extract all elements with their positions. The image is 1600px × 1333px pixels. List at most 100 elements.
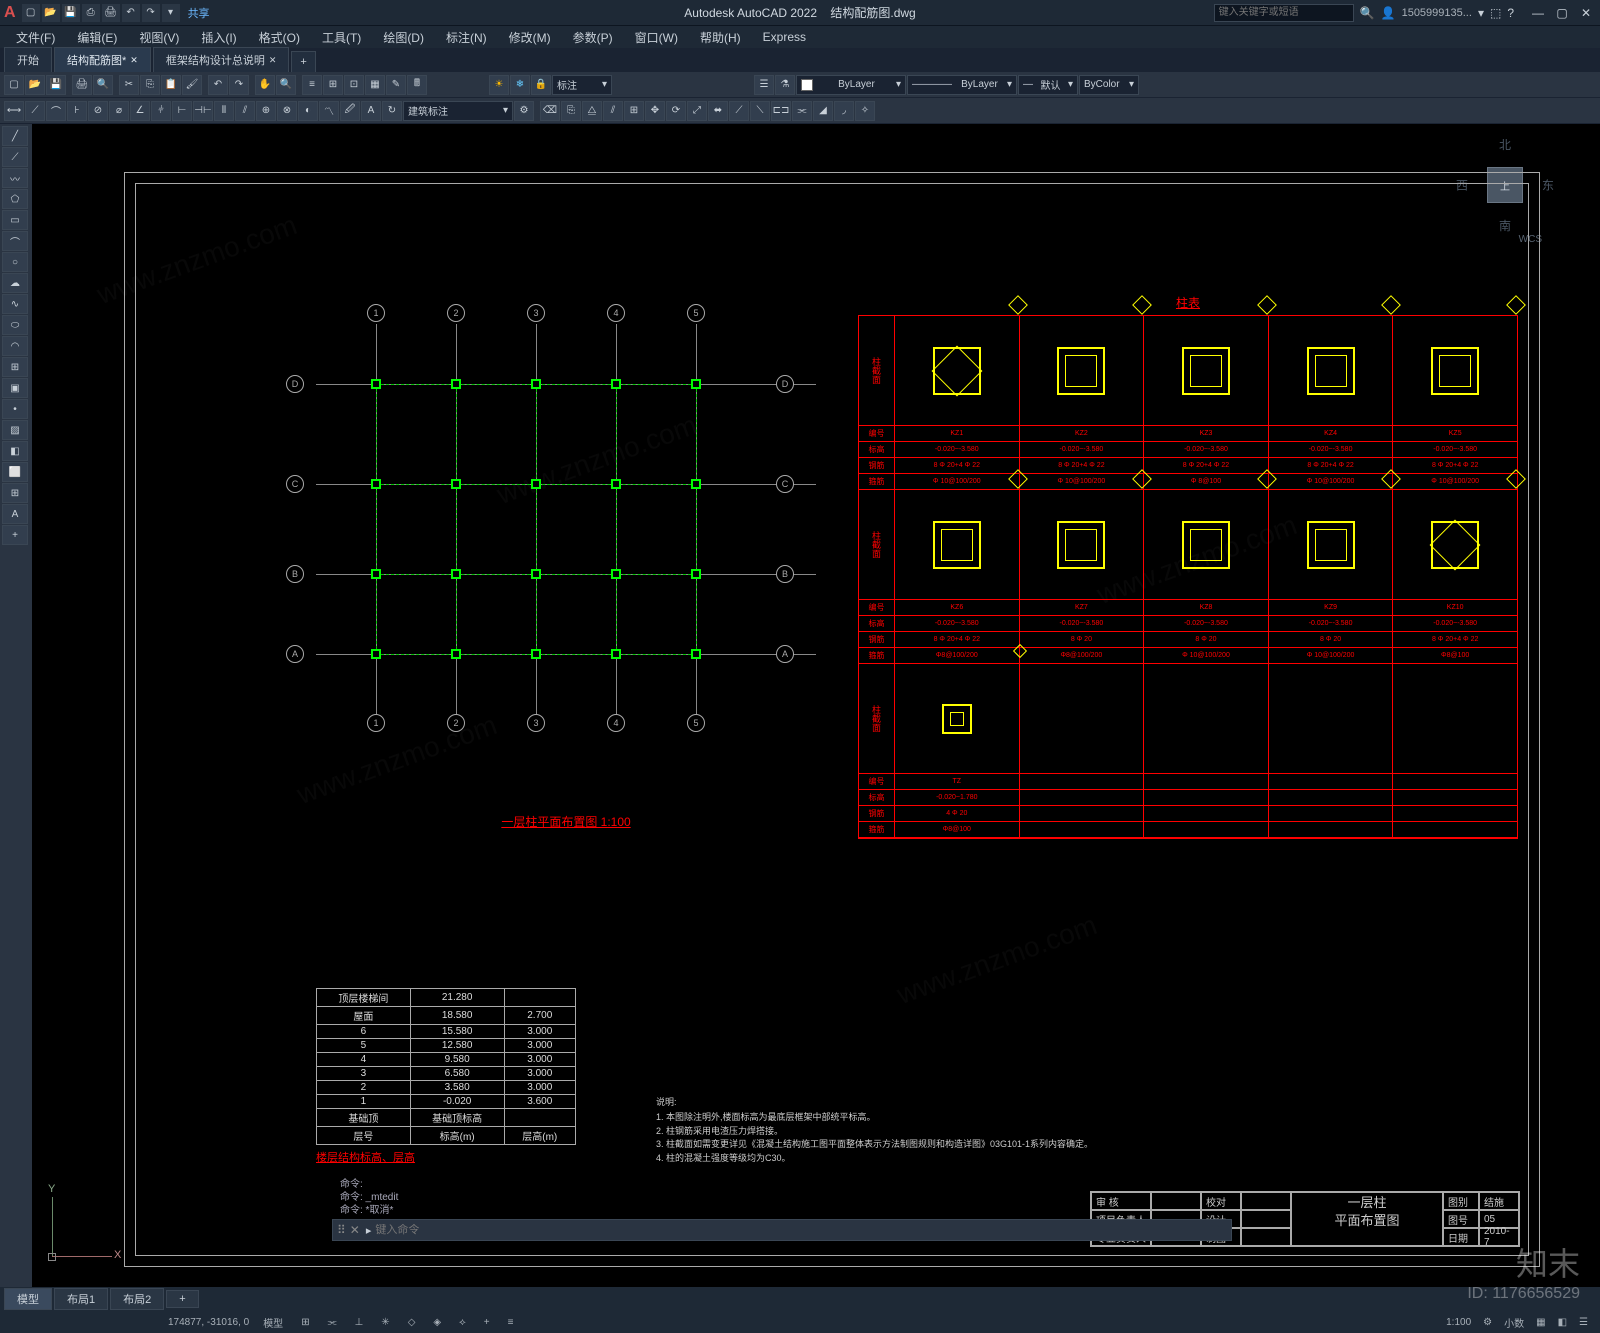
paste-icon[interactable]: 📋 bbox=[161, 75, 181, 95]
tab-start[interactable]: 开始 bbox=[4, 47, 52, 72]
mod-break-icon[interactable]: ⊏⊐ bbox=[771, 101, 791, 121]
preview-icon[interactable]: 🔍 bbox=[93, 75, 113, 95]
dim-space-icon[interactable]: ⫴ bbox=[214, 101, 234, 121]
point-icon[interactable]: • bbox=[2, 399, 28, 419]
qat-print-icon[interactable]: 🖨 bbox=[102, 4, 120, 22]
menu-modify[interactable]: 修改(M) bbox=[499, 27, 561, 48]
menu-tools[interactable]: 工具(T) bbox=[312, 27, 371, 48]
dim-ang-icon[interactable]: ∠ bbox=[130, 101, 150, 121]
addsel-icon[interactable]: + bbox=[2, 525, 28, 545]
linetype-dropdown[interactable]: ———— ByLayer ▾ bbox=[907, 75, 1017, 95]
sb-osnap-icon[interactable]: ◇ bbox=[404, 1316, 420, 1329]
canvas[interactable]: www.znzmo.com www.znzmo.com www.znzmo.co… bbox=[32, 124, 1600, 1287]
lock-icon[interactable]: 🔒 bbox=[531, 75, 551, 95]
dsc-icon[interactable]: ⊞ bbox=[323, 75, 343, 95]
apps-icon[interactable]: ⬚ bbox=[1490, 6, 1501, 20]
sb-model[interactable]: 模型 bbox=[259, 1314, 287, 1331]
gradient-icon[interactable]: ◧ bbox=[2, 441, 28, 461]
mod-join-icon[interactable]: ⫘ bbox=[792, 101, 812, 121]
zoom-icon[interactable]: 🔍 bbox=[276, 75, 296, 95]
polygon-icon[interactable]: ⬠ bbox=[2, 189, 28, 209]
sb-3dosnap-icon[interactable]: ◈ bbox=[429, 1316, 445, 1329]
layer-mgr-icon[interactable]: ☰ bbox=[754, 75, 774, 95]
sb-iso-icon[interactable]: ◧ bbox=[1554, 1316, 1571, 1329]
props-icon[interactable]: ≡ bbox=[302, 75, 322, 95]
menu-insert[interactable]: 插入(I) bbox=[191, 27, 246, 48]
sb-ortho-icon[interactable]: ⊥ bbox=[351, 1316, 368, 1329]
layer-filter-icon[interactable]: ⚗ bbox=[775, 75, 795, 95]
circle-icon[interactable]: ○ bbox=[2, 252, 28, 272]
cloud-icon[interactable]: ▾ bbox=[1478, 6, 1484, 20]
tab-new[interactable]: + bbox=[291, 51, 315, 72]
sb-grid-icon[interactable]: ⊞ bbox=[297, 1316, 313, 1329]
menu-view[interactable]: 视图(V) bbox=[129, 27, 189, 48]
menu-param[interactable]: 参数(P) bbox=[563, 27, 623, 48]
hatch-icon[interactable]: ▨ bbox=[2, 420, 28, 440]
qat-open-icon[interactable]: 📂 bbox=[42, 4, 60, 22]
dim-arc-icon[interactable]: ⌒ bbox=[46, 101, 66, 121]
layer-dropdown[interactable]: ByLayer ▾ bbox=[796, 75, 906, 95]
qat-dropdown-icon[interactable]: ▾ bbox=[162, 4, 180, 22]
undo-icon[interactable]: ↶ bbox=[208, 75, 228, 95]
layout-tab-1[interactable]: 布局1 bbox=[54, 1288, 108, 1310]
save-icon[interactable]: 💾 bbox=[46, 75, 66, 95]
mod-explode-icon[interactable]: ✧ bbox=[855, 101, 875, 121]
arc-icon[interactable]: ⌒ bbox=[2, 231, 28, 251]
spline-icon[interactable]: ∿ bbox=[2, 294, 28, 314]
plot-icon[interactable]: 🖨 bbox=[72, 75, 92, 95]
close-icon[interactable]: ✕ bbox=[350, 1223, 360, 1237]
menu-file[interactable]: 文件(F) bbox=[6, 27, 65, 48]
mod-stretch-icon[interactable]: ⬌ bbox=[708, 101, 728, 121]
menu-help[interactable]: 帮助(H) bbox=[690, 27, 751, 48]
sb-gear-icon[interactable]: ⚙ bbox=[1479, 1316, 1496, 1329]
search-input[interactable] bbox=[1214, 4, 1354, 22]
cen-icon[interactable]: ⊗ bbox=[277, 101, 297, 121]
layout-tab-model[interactable]: 模型 bbox=[4, 1288, 52, 1310]
mod-erase-icon[interactable]: ⌫ bbox=[540, 101, 560, 121]
sb-cursor-icon[interactable]: ▦ bbox=[1532, 1316, 1549, 1329]
command-line[interactable]: ⠿ ✕ ▸ bbox=[332, 1219, 1232, 1241]
dimstyle-mgr-icon[interactable]: ⚙ bbox=[514, 101, 534, 121]
pan-icon[interactable]: ✋ bbox=[255, 75, 275, 95]
mtext-icon[interactable]: A bbox=[2, 504, 28, 524]
menu-window[interactable]: 窗口(W) bbox=[625, 27, 688, 48]
mod-extend-icon[interactable]: ⟍ bbox=[750, 101, 770, 121]
color-dropdown[interactable]: ByColor ▾ bbox=[1079, 75, 1139, 95]
tab-drawing2[interactable]: 框架结构设计总说明✕ bbox=[153, 47, 290, 72]
minimize-button[interactable]: — bbox=[1528, 5, 1548, 21]
qcalc-icon[interactable]: 🖩 bbox=[407, 75, 427, 95]
close-icon[interactable]: ✕ bbox=[269, 55, 277, 66]
share-button[interactable]: 共享 bbox=[188, 5, 210, 21]
new-icon[interactable]: ▢ bbox=[4, 75, 24, 95]
table-icon[interactable]: ⊞ bbox=[2, 483, 28, 503]
revcloud-icon[interactable]: ☁ bbox=[2, 273, 28, 293]
menu-edit[interactable]: 编辑(E) bbox=[67, 27, 127, 48]
tab-drawing1[interactable]: 结构配筋图*✕ bbox=[54, 47, 151, 72]
maximize-button[interactable]: ▢ bbox=[1552, 5, 1572, 21]
qat-redo-icon[interactable]: ↷ bbox=[142, 4, 160, 22]
mod-chamfer-icon[interactable]: ◢ bbox=[813, 101, 833, 121]
insp-icon[interactable]: ◐ bbox=[298, 101, 318, 121]
user-icon[interactable]: 👤 bbox=[1381, 6, 1396, 20]
dimtedit-icon[interactable]: A bbox=[361, 101, 381, 121]
menu-draw[interactable]: 绘图(D) bbox=[373, 27, 434, 48]
dimupd-icon[interactable]: ↻ bbox=[382, 101, 402, 121]
qat-save-icon[interactable]: 💾 bbox=[62, 4, 80, 22]
copy-icon[interactable]: ⎘ bbox=[140, 75, 160, 95]
block-icon[interactable]: ▣ bbox=[2, 378, 28, 398]
menu-dim[interactable]: 标注(N) bbox=[436, 27, 497, 48]
qat-undo-icon[interactable]: ↶ bbox=[122, 4, 140, 22]
mod-move-icon[interactable]: ✥ bbox=[645, 101, 665, 121]
dim-aligned-icon[interactable]: ⟋ bbox=[25, 101, 45, 121]
dim-ord-icon[interactable]: ⊦ bbox=[67, 101, 87, 121]
sb-dynin-icon[interactable]: + bbox=[480, 1316, 494, 1329]
open-icon[interactable]: 📂 bbox=[25, 75, 45, 95]
mod-copy-icon[interactable]: ⎘ bbox=[561, 101, 581, 121]
dimedit-icon[interactable]: 🖉 bbox=[340, 101, 360, 121]
layout-tab-new[interactable]: + bbox=[166, 1290, 198, 1308]
dim-break-icon[interactable]: ⫽ bbox=[235, 101, 255, 121]
command-input[interactable] bbox=[375, 1224, 1227, 1236]
sb-snap-icon[interactable]: ⫘ bbox=[324, 1316, 341, 1329]
line-icon[interactable]: ╱ bbox=[2, 126, 28, 146]
sb-lw-icon[interactable]: ≡ bbox=[504, 1316, 518, 1329]
